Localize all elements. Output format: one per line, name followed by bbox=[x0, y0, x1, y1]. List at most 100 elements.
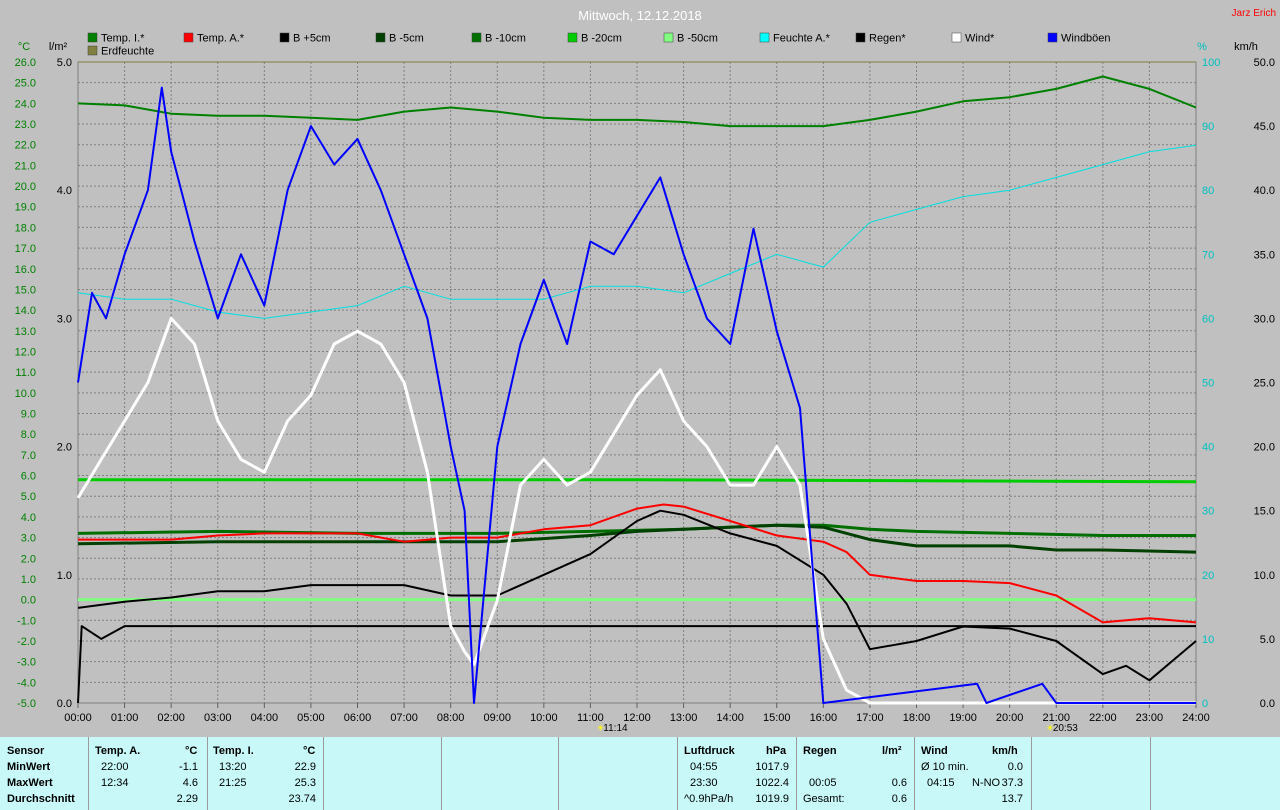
time-tick-label: 09:00 bbox=[483, 712, 511, 724]
humidity-tick-label: 50 bbox=[1202, 378, 1214, 390]
temp-i-min-value: 22.9 bbox=[294, 761, 316, 773]
temp-tick-label: -4.0 bbox=[17, 677, 36, 689]
wind-axis-unit: km/h bbox=[1234, 41, 1258, 53]
temp-tick-label: -3.0 bbox=[17, 657, 36, 669]
temp-tick-label: 0.0 bbox=[21, 595, 36, 607]
temp-i-header: Temp. I. bbox=[213, 745, 254, 757]
temp-tick-label: 21.0 bbox=[15, 160, 36, 172]
legend-swatch bbox=[279, 32, 290, 43]
legend-swatch bbox=[87, 45, 98, 56]
humidity-tick-label: 20 bbox=[1202, 570, 1214, 582]
maxwert-label: MaxWert bbox=[7, 777, 53, 789]
temp-tick-label: 20.0 bbox=[15, 181, 36, 193]
wind-tick-label: 0.0 bbox=[1260, 698, 1275, 710]
sensor-header: Sensor bbox=[7, 745, 45, 757]
time-tick-label: 10:00 bbox=[530, 712, 558, 724]
humidity-tick-label: 60 bbox=[1202, 313, 1214, 325]
wind-tick-label: 50.0 bbox=[1254, 57, 1275, 69]
wind-tick-label: 25.0 bbox=[1254, 378, 1275, 390]
legend-label: Windböen bbox=[1061, 33, 1111, 45]
divider bbox=[1031, 737, 1032, 810]
temp-tick-label: 12.0 bbox=[15, 346, 36, 358]
time-tick-label: 02:00 bbox=[157, 712, 185, 724]
wind-header: Wind bbox=[921, 745, 948, 757]
legend-swatch bbox=[471, 32, 482, 43]
wind-avg10: 0.0 bbox=[1007, 761, 1023, 773]
minwert-label: MinWert bbox=[7, 761, 51, 773]
rain-total-label: Gesamt: bbox=[803, 793, 845, 805]
temp-a-min-value: -1.1 bbox=[179, 761, 198, 773]
divider bbox=[323, 737, 324, 810]
legend-label: Feuchte A.* bbox=[773, 33, 831, 45]
time-tick-label: 03:00 bbox=[204, 712, 232, 724]
temp-tick-label: 15.0 bbox=[15, 284, 36, 296]
time-tick-label: 17:00 bbox=[856, 712, 884, 724]
author-label: Jarz Erich bbox=[1232, 8, 1276, 19]
legend-label: Regen* bbox=[869, 33, 906, 45]
legend-swatch bbox=[1047, 32, 1058, 43]
legend-swatch bbox=[951, 32, 962, 43]
pressure-header: Luftdruck bbox=[684, 745, 735, 757]
temp-i-unit: °C bbox=[303, 745, 316, 757]
rain-tick-label: 4.0 bbox=[57, 185, 72, 197]
legend-swatch bbox=[855, 32, 866, 43]
temp-tick-label: -5.0 bbox=[17, 698, 36, 710]
pressure-min-value: 1017.9 bbox=[755, 761, 789, 773]
divider bbox=[207, 737, 208, 810]
time-tick-label: 01:00 bbox=[111, 712, 139, 724]
rain-max-value: 0.6 bbox=[891, 777, 907, 789]
time-tick-label: 13:00 bbox=[670, 712, 698, 724]
temp-tick-label: 9.0 bbox=[21, 409, 36, 421]
durchschnitt-label: Durchschnitt bbox=[7, 793, 75, 805]
legend-swatch bbox=[759, 32, 770, 43]
rain-tick-label: 3.0 bbox=[57, 313, 72, 325]
wind-tick-label: 15.0 bbox=[1254, 506, 1275, 518]
legend-swatch bbox=[183, 32, 194, 43]
wind-tick-label: 10.0 bbox=[1254, 570, 1275, 582]
humidity-tick-label: 0 bbox=[1202, 698, 1208, 710]
humidity-tick-label: 10 bbox=[1202, 634, 1214, 646]
temp-i-max-time: 21:25 bbox=[219, 777, 247, 789]
humidity-tick-label: 100 bbox=[1202, 57, 1220, 69]
temp-i-avg: 23.74 bbox=[288, 793, 316, 805]
time-tick-label: 06:00 bbox=[344, 712, 372, 724]
wind-tick-label: 40.0 bbox=[1254, 185, 1275, 197]
temp-a-min-time: 22:00 bbox=[101, 761, 129, 773]
legend-label: Wind* bbox=[965, 33, 995, 45]
time-tick-label: 00:00 bbox=[64, 712, 92, 724]
rain-unit: l/m² bbox=[882, 745, 902, 757]
rain-header: Regen bbox=[803, 745, 837, 757]
temp-a-max-time: 12:34 bbox=[101, 777, 129, 789]
temp-tick-label: 2.0 bbox=[21, 553, 36, 565]
temp-tick-label: 17.0 bbox=[15, 243, 36, 255]
divider bbox=[796, 737, 797, 810]
temp-tick-label: 10.0 bbox=[15, 388, 36, 400]
humidity-tick-label: 70 bbox=[1202, 249, 1214, 261]
time-tick-label: 20:00 bbox=[996, 712, 1024, 724]
temp-a-header: Temp. A. bbox=[95, 745, 141, 757]
time-tick-label: 15:00 bbox=[763, 712, 791, 724]
time-tick-label: 16:00 bbox=[810, 712, 838, 724]
wind-avg: 13.7 bbox=[1001, 793, 1023, 805]
temp-tick-label: 22.0 bbox=[15, 140, 36, 152]
pressure-trend: ^0.9hPa/h bbox=[684, 793, 734, 805]
wind-tick-label: 45.0 bbox=[1254, 121, 1275, 133]
rain-total: 0.6 bbox=[891, 793, 907, 805]
pressure-max-value: 1022.4 bbox=[755, 777, 789, 789]
pressure-unit: hPa bbox=[766, 745, 787, 757]
legend-label: B +5cm bbox=[293, 33, 331, 45]
rain-axis-unit: l/m² bbox=[49, 41, 68, 53]
divider bbox=[88, 737, 89, 810]
time-tick-label: 24:00 bbox=[1182, 712, 1210, 724]
temp-tick-label: -1.0 bbox=[17, 615, 36, 627]
weather-chart: Mittwoch, 12.12.2018 Jarz Erich Temp. I.* T… bbox=[15, 8, 1276, 734]
wind-tick-label: 5.0 bbox=[1260, 634, 1275, 646]
temp-tick-label: -2.0 bbox=[17, 636, 36, 648]
time-tick-label: 04:00 bbox=[251, 712, 279, 724]
temp-tick-label: 24.0 bbox=[15, 98, 36, 110]
temp-tick-label: 8.0 bbox=[21, 429, 36, 441]
sunset-label: 20:53 bbox=[1053, 723, 1078, 734]
wind-avg10-label: Ø 10 min. bbox=[921, 761, 969, 773]
legend-swatch bbox=[567, 32, 578, 43]
rain-tick-label: 5.0 bbox=[57, 57, 72, 69]
